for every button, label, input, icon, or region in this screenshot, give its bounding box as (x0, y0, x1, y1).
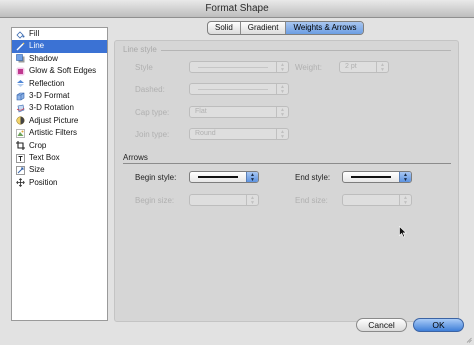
crop-icon (16, 141, 25, 151)
chevron-updown-icon: ▲ ▼ (246, 172, 258, 183)
chevron-updown-icon: ▲ ▼ (276, 107, 288, 118)
line-style-divider (161, 50, 451, 51)
sidebar-item-label: Text Box (29, 152, 60, 162)
sidebar-item-label: Size (29, 165, 45, 175)
end-arrow-preview (351, 176, 391, 178)
begin-arrow-preview (198, 176, 238, 178)
tab-weights-arrows[interactable]: Weights & Arrows (286, 22, 364, 34)
sidebar-item-label: Crop (29, 140, 47, 150)
arrows-divider (123, 163, 451, 164)
sidebar-item-label: Adjust Picture (29, 115, 79, 125)
sidebar-item-label: Fill (29, 29, 40, 38)
sidebar-item-crop[interactable]: Crop (12, 140, 107, 152)
cap-type-label: Cap type: (135, 108, 170, 117)
chevron-updown-icon: ▲ ▼ (246, 195, 258, 206)
3d-format-icon (16, 92, 25, 101)
weight-label: Weight: (295, 63, 322, 72)
sidebar-item-shadow[interactable]: Shadow (12, 53, 107, 65)
shadow-icon (16, 54, 25, 63)
end-size-label: End size: (295, 196, 328, 205)
tab-solid[interactable]: Solid (208, 22, 241, 34)
window-title: Format Shape (0, 0, 474, 18)
line-style-select[interactable]: ▲ ▼ (189, 61, 289, 73)
end-size-select[interactable]: ▲ ▼ (342, 194, 412, 206)
sidebar-item-label: Artistic Filters (29, 128, 77, 138)
sidebar-item-line[interactable]: Line (12, 40, 107, 53)
sidebar-item-reflection[interactable]: Reflection (12, 78, 107, 90)
chevron-updown-icon: ▲ ▼ (399, 172, 411, 183)
join-type-select[interactable]: Round ▲ ▼ (189, 128, 289, 140)
reflection-icon (16, 79, 25, 88)
tab-gradient[interactable]: Gradient (241, 22, 287, 34)
sidebar-item-label: Reflection (29, 78, 65, 88)
sidebar-item-label: Position (29, 177, 58, 187)
stepper-icon[interactable]: ▲ ▼ (376, 62, 388, 73)
mouse-cursor-icon (399, 226, 407, 238)
sidebar-item-label: Shadow (29, 53, 58, 63)
paint-bucket-icon (16, 30, 25, 39)
sidebar-item-size[interactable]: Size (12, 164, 107, 176)
tab-bar: Solid Gradient Weights & Arrows (207, 21, 365, 35)
chevron-updown-icon: ▲ ▼ (276, 129, 288, 140)
category-list[interactable]: Fill Line Shadow Glow & Soft Edges Refle… (11, 27, 108, 321)
glow-icon (16, 67, 25, 76)
sidebar-item-3d-format[interactable]: 3-D Format (12, 90, 107, 102)
cap-type-value: Flat (195, 108, 207, 115)
format-shape-dialog: Fill Line Shadow Glow & Soft Edges Refle… (0, 18, 474, 345)
sidebar-item-adjust-picture[interactable]: Adjust Picture (12, 115, 107, 127)
sidebar-item-label: 3-D Format (29, 90, 70, 100)
dashed-label: Dashed: (135, 85, 165, 94)
sidebar-item-3d-rotation[interactable]: 3-D Rotation (12, 102, 107, 114)
text-box-icon (16, 153, 25, 163)
sidebar-item-label: Line (29, 41, 45, 51)
begin-style-select[interactable]: ▲ ▼ (189, 171, 259, 183)
arrows-heading: Arrows (123, 153, 148, 162)
dashed-select[interactable]: ▲ ▼ (189, 83, 289, 95)
cap-type-select[interactable]: Flat ▲ ▼ (189, 106, 289, 118)
sidebar-item-artistic-filters[interactable]: Artistic Filters (12, 127, 107, 139)
resize-grip-icon[interactable] (466, 337, 472, 343)
join-type-value: Round (195, 130, 216, 137)
end-style-label: End style: (295, 173, 331, 182)
ok-button[interactable]: OK (413, 318, 464, 332)
sidebar-item-label: Glow & Soft Edges (29, 66, 97, 76)
position-icon (16, 178, 25, 188)
weight-value: 2 pt (345, 63, 357, 70)
weight-field[interactable]: 2 pt ▲ ▼ (339, 61, 389, 73)
sidebar-item-text-box[interactable]: Text Box (12, 152, 107, 164)
sidebar-item-position[interactable]: Position (12, 177, 107, 189)
line-pen-icon (16, 42, 25, 51)
settings-panel: Line style Style ▲ ▼ Weight: 2 pt ▲ ▼ Dash… (114, 40, 459, 322)
chevron-updown-icon: ▲ ▼ (276, 84, 288, 95)
end-style-select[interactable]: ▲ ▼ (342, 171, 412, 183)
line-style-heading: Line style (123, 45, 157, 54)
begin-size-label: Begin size: (135, 196, 175, 205)
size-icon (16, 166, 25, 175)
chevron-updown-icon: ▲ ▼ (399, 195, 411, 206)
dash-preview (198, 89, 268, 90)
adjust-picture-icon (16, 116, 25, 125)
3d-rotation-icon (16, 104, 25, 113)
begin-size-select[interactable]: ▲ ▼ (189, 194, 259, 206)
sidebar-item-label: 3-D Rotation (29, 103, 74, 113)
artistic-filters-icon (16, 129, 25, 138)
line-style-preview (198, 67, 268, 68)
chevron-updown-icon: ▲ ▼ (276, 62, 288, 73)
sidebar-item-glow[interactable]: Glow & Soft Edges (12, 65, 107, 77)
join-type-label: Join type: (135, 130, 170, 139)
begin-style-label: Begin style: (135, 173, 177, 182)
cancel-button[interactable]: Cancel (356, 318, 407, 332)
sidebar-item-fill[interactable]: Fill (12, 28, 107, 40)
style-label: Style (135, 63, 153, 72)
